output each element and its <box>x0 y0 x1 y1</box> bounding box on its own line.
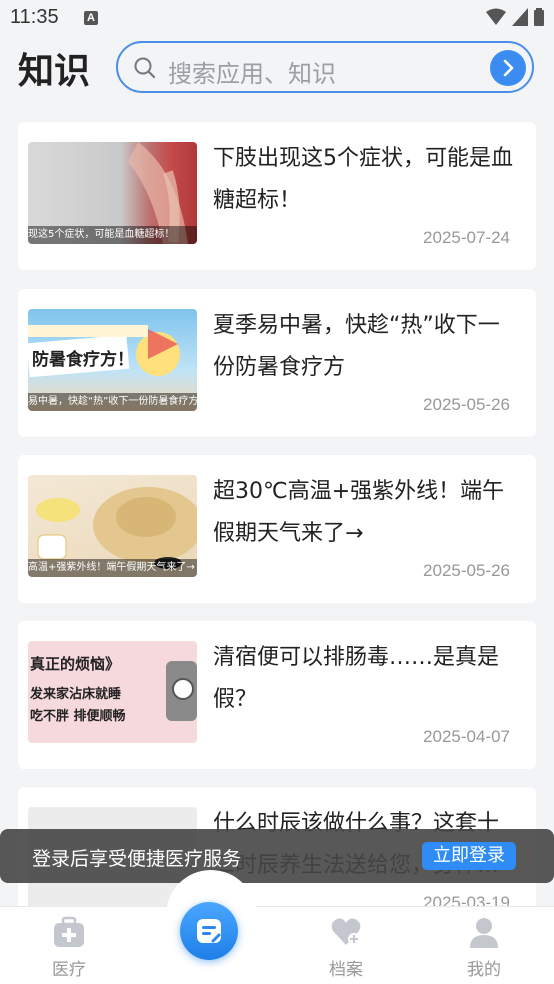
search-go-button[interactable] <box>490 50 526 86</box>
status-time: 11:35 <box>10 6 59 28</box>
tab-label: 医疗 <box>52 960 86 980</box>
search-input[interactable]: 搜索应用、知识 <box>116 41 534 93</box>
article-card[interactable]: 现这5个症状，可能是血糖超标！ 下肢出现这5个症状，可能是血糖超标！ 2025-… <box>18 122 536 270</box>
medical-kit-icon <box>54 916 84 947</box>
status-bar: 11:35 A <box>0 0 554 36</box>
article-thumbnail: 真正的烦恼》 发来家沾床就睡 吃不胖 排便顺畅 <box>28 641 197 743</box>
tab-knowledge[interactable] <box>180 902 238 960</box>
search-placeholder: 搜索应用、知识 <box>168 60 336 88</box>
article-date: 2025-04-07 <box>423 727 510 746</box>
article-date: 2025-05-26 <box>423 561 510 580</box>
article-thumbnail: 防暑食疗方！ 易中暑，快趁“热”收下一份防暑食疗方 <box>28 309 197 411</box>
article-card[interactable]: 真正的烦恼》 发来家沾床就睡 吃不胖 排便顺畅 清宿便可以排肠毒……是真是假？ … <box>18 621 536 769</box>
tab-profile[interactable]: 我的 <box>444 915 524 980</box>
article-card[interactable]: 高温+强紫外线！端午假期天气来了→ 超30℃高温+强紫外线！端午假期天气来了→ … <box>18 455 536 603</box>
bottom-tab-bar: 医疗 档案 我的 <box>0 906 554 984</box>
article-title: 清宿便可以排肠毒……是真是假？ <box>213 645 500 712</box>
thumbnail-text: 防暑食疗方！ <box>32 350 134 370</box>
article-thumbnail: 高温+强紫外线！端午假期天气来了→ <box>28 475 197 577</box>
thumbnail-caption: 现这5个症状，可能是血糖超标！ <box>28 226 197 244</box>
tab-medical[interactable]: 医疗 <box>29 915 109 980</box>
chevron-right-icon <box>503 59 514 77</box>
article-date: 2025-05-26 <box>423 395 510 414</box>
status-icons <box>486 8 544 26</box>
page-title: 知识 <box>18 51 91 92</box>
wifi-icon <box>486 8 506 25</box>
search-icon <box>134 57 156 79</box>
login-button[interactable]: 立即登录 <box>422 842 516 870</box>
article-card[interactable]: 防暑食疗方！ 易中暑，快趁“热”收下一份防暑食疗方 夏季易中暑，快趁“热”收下一… <box>18 289 536 437</box>
tab-label: 我的 <box>467 960 501 980</box>
user-icon <box>470 918 498 948</box>
tab-label: 档案 <box>329 960 363 980</box>
thumbnail-caption: 易中暑，快趁“热”收下一份防暑食疗方 <box>28 393 197 411</box>
article-date: 2025-07-24 <box>423 228 510 247</box>
note-icon <box>197 919 221 943</box>
accessibility-badge-icon: A <box>84 11 98 25</box>
cartoon-image <box>166 661 197 721</box>
login-banner-text: 登录后享受便捷医疗服务 <box>32 848 242 870</box>
header: 知识 搜索应用、知识 <box>0 36 554 102</box>
login-banner: 登录后享受便捷医疗服务 立即登录 <box>0 829 554 883</box>
signal-icon <box>512 8 528 26</box>
article-thumbnail: 现这5个症状，可能是血糖超标！ <box>28 142 197 244</box>
heart-plus-icon <box>331 918 361 945</box>
article-title: 夏季易中暑，快趁“热”收下一份防暑食疗方 <box>213 313 500 380</box>
battery-icon <box>534 8 544 26</box>
thumbnail-caption: 高温+强紫外线！端午假期天气来了→ <box>28 559 197 577</box>
article-title: 超30℃高温+强紫外线！端午假期天气来了→ <box>213 479 505 546</box>
article-title: 下肢出现这5个症状，可能是血糖超标！ <box>213 146 513 213</box>
tab-records[interactable]: 档案 <box>306 915 386 980</box>
